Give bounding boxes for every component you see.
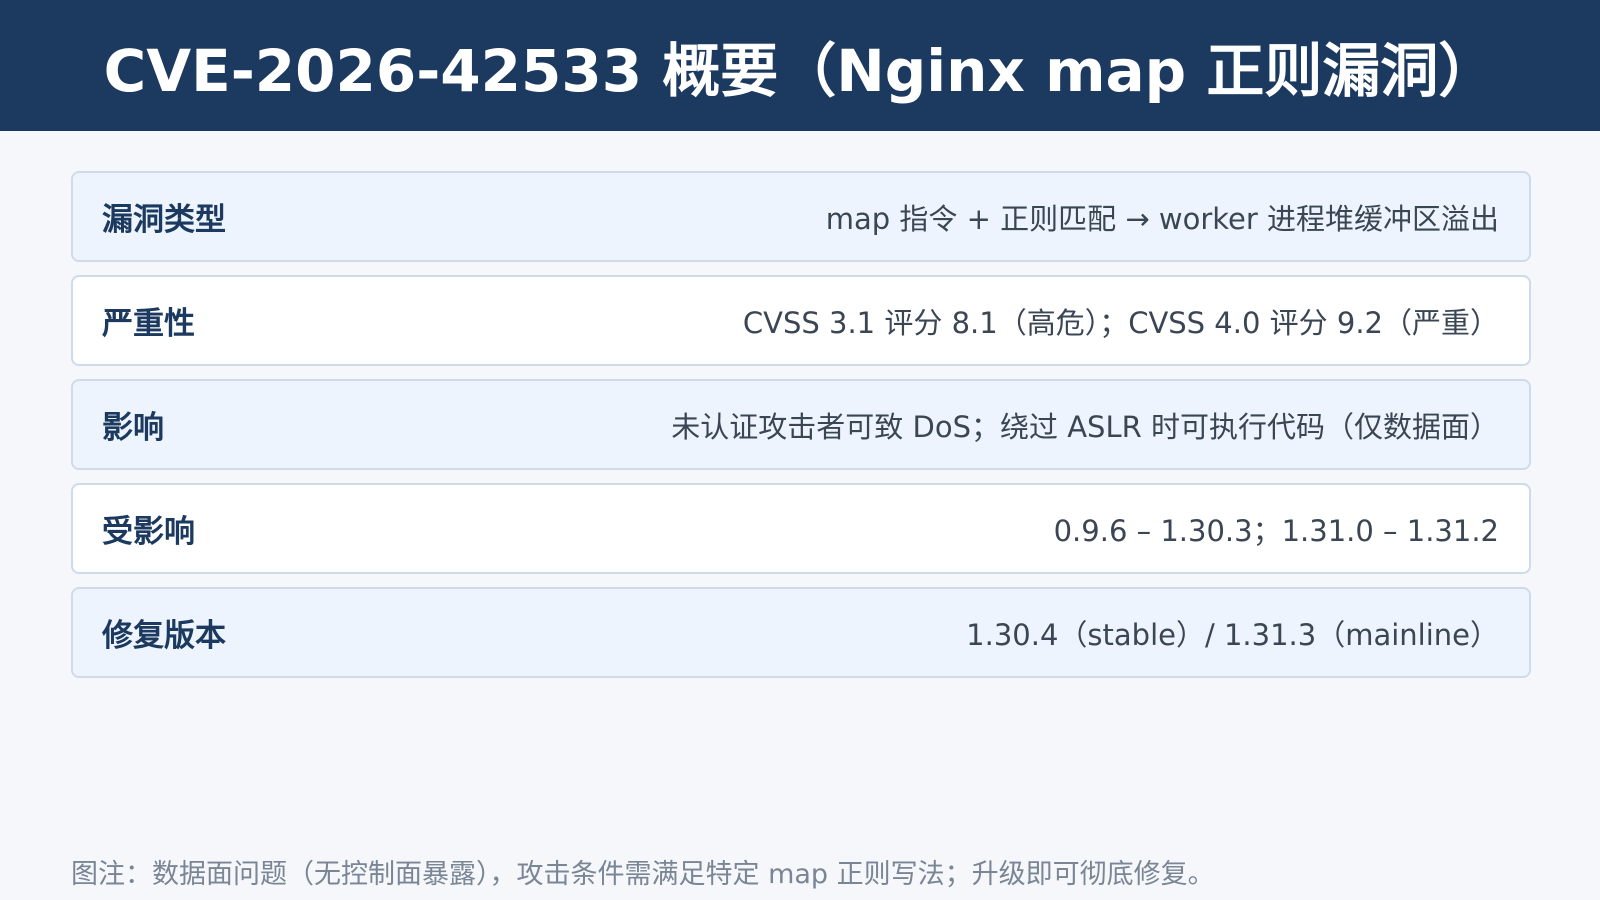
row-label: 修复版本 xyxy=(102,618,226,654)
summary-row-affected: 受影响 0.9.6 – 1.30.3；1.31.0 – 1.31.2 xyxy=(71,483,1531,574)
row-value: 1.30.4（stable）/ 1.31.3（mainline） xyxy=(966,617,1499,652)
row-value: 0.9.6 – 1.30.3；1.31.0 – 1.31.2 xyxy=(1053,513,1499,548)
summary-row-severity: 严重性 CVSS 3.1 评分 8.1（高危）；CVSS 4.0 评分 9.2（… xyxy=(71,275,1531,366)
row-value: CVSS 3.1 评分 8.1（高危）；CVSS 4.0 评分 9.2（严重） xyxy=(742,305,1499,340)
row-label: 受影响 xyxy=(102,514,195,550)
title-banner: CVE-2026-42533 概要（Nginx map 正则漏洞） xyxy=(0,0,1600,131)
row-value: 未认证攻击者可致 DoS；绕过 ASLR 时可执行代码（仅数据面） xyxy=(671,409,1499,444)
row-label: 漏洞类型 xyxy=(102,202,226,238)
row-label: 严重性 xyxy=(102,306,195,342)
row-label: 影响 xyxy=(102,410,164,446)
summary-table: 漏洞类型 map 指令 + 正则匹配 → worker 进程堆缓冲区溢出 严重性… xyxy=(71,171,1531,691)
page-title: CVE-2026-42533 概要（Nginx map 正则漏洞） xyxy=(103,36,1497,105)
summary-row-impact: 影响 未认证攻击者可致 DoS；绕过 ASLR 时可执行代码（仅数据面） xyxy=(71,379,1531,470)
summary-row-vuln-type: 漏洞类型 map 指令 + 正则匹配 → worker 进程堆缓冲区溢出 xyxy=(71,171,1531,262)
summary-row-fixed-version: 修复版本 1.30.4（stable）/ 1.31.3（mainline） xyxy=(71,587,1531,678)
row-value: map 指令 + 正则匹配 → worker 进程堆缓冲区溢出 xyxy=(825,201,1499,236)
footnote: 图注：数据面问题（无控制面暴露），攻击条件需满足特定 map 正则写法；升级即可… xyxy=(71,859,1215,890)
